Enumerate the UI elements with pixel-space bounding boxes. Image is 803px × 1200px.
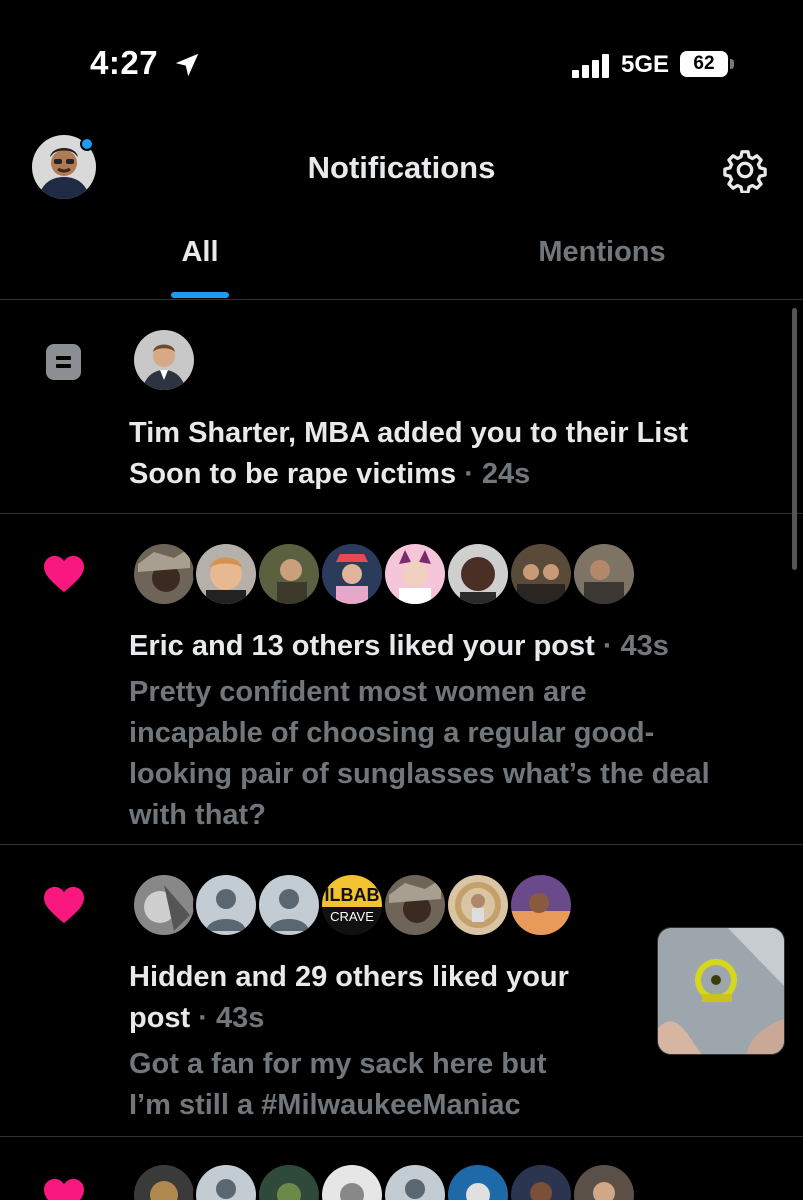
location-arrow-icon <box>175 53 199 77</box>
notification-headline: Eric and 13 others liked your post <box>129 630 595 662</box>
avatar[interactable] <box>193 872 259 938</box>
tab-mentions[interactable]: Mentions <box>402 236 802 269</box>
avatar[interactable] <box>131 872 197 938</box>
avatar[interactable] <box>131 1162 197 1200</box>
notification-text: post · 43s <box>129 998 264 1039</box>
notification-item[interactable]: Eric and 13 others liked your post · 43s… <box>0 514 803 845</box>
avatar[interactable] <box>571 541 637 607</box>
notification-headline: Hidden and 29 others liked your <box>129 961 569 993</box>
tab-all[interactable]: All <box>0 236 400 269</box>
notification-text: Soon to be rape victims · 24s <box>129 454 530 495</box>
avatar[interactable] <box>319 541 385 607</box>
post-media-thumbnail[interactable] <box>657 927 785 1055</box>
avatar-badge-text: CRAVE <box>330 909 374 924</box>
signal-icon <box>572 54 612 78</box>
avatar[interactable] <box>131 327 197 393</box>
avatar[interactable] <box>382 1162 448 1200</box>
snippet-line: incapable of choosing a regular good- <box>129 717 655 749</box>
timestamp: · 43s <box>198 1002 265 1034</box>
snippet-line: Got a fan for my sack here but <box>129 1048 547 1080</box>
avatar[interactable] <box>508 541 574 607</box>
avatar[interactable] <box>445 1162 511 1200</box>
snippet-line: I’m still a #MilwaukeeManiac <box>129 1089 521 1121</box>
heart-icon <box>44 1178 84 1200</box>
heart-icon <box>44 555 84 593</box>
avatar[interactable] <box>571 1162 637 1200</box>
avatar-badge-text: ILBAB <box>325 885 380 905</box>
list-name[interactable]: Soon to be rape victims <box>129 458 456 490</box>
avatar[interactable] <box>382 541 448 607</box>
avatar[interactable] <box>193 541 259 607</box>
notification-text: Tim Sharter, MBA added you to their List <box>129 417 689 449</box>
gear-icon[interactable] <box>722 147 768 193</box>
battery-tip <box>730 59 734 69</box>
tab-bar: All Mentions <box>0 222 803 300</box>
snippet-line: Pretty confident most women are <box>129 676 587 708</box>
heart-icon <box>44 886 84 924</box>
top-bar: Notifications <box>0 120 803 220</box>
avatar[interactable] <box>508 872 574 938</box>
post-snippet: Got a fan for my sack here but I’m still… <box>129 1044 546 1126</box>
avatar[interactable] <box>508 1162 574 1200</box>
avatar[interactable]: ILBAB CRAVE <box>319 872 385 938</box>
notification-headline: post <box>129 1002 191 1034</box>
avatar[interactable] <box>256 1162 322 1200</box>
page-title: Notifications <box>307 150 496 185</box>
list-icon <box>46 344 81 380</box>
timestamp: · 43s <box>602 630 669 662</box>
active-tab-indicator <box>171 292 229 298</box>
snippet-line: looking pair of sunglasses what’s the de… <box>129 758 710 790</box>
notification-item[interactable] <box>0 1137 803 1200</box>
avatar[interactable] <box>445 541 511 607</box>
unread-dot <box>80 137 94 151</box>
notification-item[interactable]: ILBAB CRAVE Hidden and 29 others liked y… <box>0 845 803 1137</box>
avatar[interactable] <box>445 872 511 938</box>
scrollbar[interactable] <box>792 308 797 570</box>
avatar[interactable] <box>256 541 322 607</box>
battery-icon: 62 <box>680 51 728 77</box>
avatar[interactable] <box>319 1162 385 1200</box>
timestamp: · 24s <box>464 458 531 490</box>
status-time: 4:27 <box>90 44 159 81</box>
snippet-line: with that? <box>129 799 266 831</box>
post-snippet: Pretty confident most women are incapabl… <box>129 672 710 836</box>
avatar[interactable] <box>193 1162 259 1200</box>
notification-item[interactable]: Tim Sharter, MBA added you to their List… <box>0 301 803 514</box>
avatar[interactable] <box>131 541 197 607</box>
status-bar: 4:27 5GE 62 <box>0 0 803 120</box>
network-label: 5GE <box>621 51 670 78</box>
notification-text: Eric and 13 others liked your post · 43s <box>129 626 669 667</box>
avatar[interactable] <box>382 872 448 938</box>
avatar[interactable] <box>256 872 322 938</box>
